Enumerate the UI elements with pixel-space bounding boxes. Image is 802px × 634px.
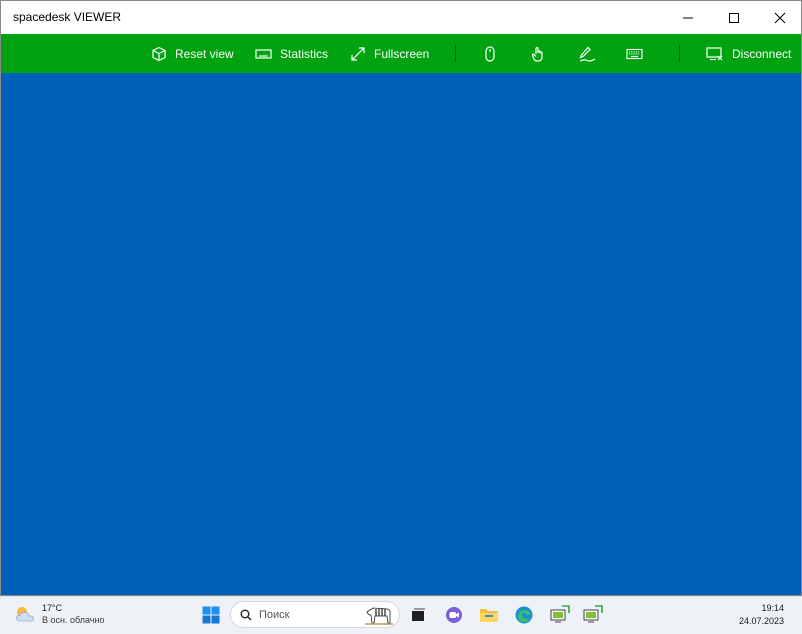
keyboard-button[interactable] bbox=[626, 34, 643, 73]
edge-browser-button[interactable] bbox=[511, 602, 537, 628]
toolbar-divider bbox=[679, 45, 680, 62]
windows-start-icon bbox=[202, 606, 220, 624]
maximize-button[interactable] bbox=[711, 1, 757, 34]
fullscreen-button[interactable]: Fullscreen bbox=[350, 34, 429, 73]
spacedesk-app-button-1[interactable] bbox=[547, 602, 573, 628]
clock-time: 19:14 bbox=[761, 603, 784, 613]
reset-view-label: Reset view bbox=[175, 46, 234, 61]
maximize-icon bbox=[729, 12, 739, 23]
touch-icon bbox=[531, 46, 543, 62]
remote-display-viewport[interactable] bbox=[1, 73, 801, 595]
spacedesk-app-button-2[interactable] bbox=[580, 602, 606, 628]
taskbar: 17°C В осн. облачно Поиск 19:14 24.07.20… bbox=[0, 596, 802, 634]
weather-text: 17°C В осн. облачно bbox=[42, 602, 104, 626]
minimize-button[interactable] bbox=[665, 1, 711, 34]
settings-cube-icon bbox=[152, 46, 166, 61]
mouse-icon bbox=[485, 45, 495, 62]
keyboard-icon bbox=[626, 48, 643, 59]
spacedesk-app-icon bbox=[583, 605, 603, 623]
toolbar: Reset view Statistics Fullscreen Disconn… bbox=[1, 34, 801, 73]
toolbar-divider bbox=[455, 45, 456, 62]
spacedesk-app-icon bbox=[550, 605, 570, 623]
minimize-icon bbox=[683, 17, 693, 18]
window-title: spacedesk VIEWER bbox=[13, 10, 122, 24]
statistics-icon bbox=[255, 48, 272, 59]
task-view-icon bbox=[412, 608, 425, 621]
search-placeholder: Поиск bbox=[259, 609, 290, 621]
weather-widget[interactable]: 17°C В осн. облачно bbox=[14, 602, 104, 626]
system-clock[interactable]: 19:14 24.07.2023 bbox=[739, 602, 784, 628]
disconnect-button[interactable]: Disconnect bbox=[706, 34, 791, 73]
close-icon bbox=[774, 12, 786, 23]
disconnect-label: Disconnect bbox=[732, 46, 792, 61]
pen-mode-button[interactable] bbox=[579, 34, 597, 73]
meet-icon bbox=[446, 607, 462, 623]
weather-temperature: 17°C bbox=[42, 603, 63, 613]
weather-description: В осн. облачно bbox=[42, 615, 105, 625]
edge-icon bbox=[515, 606, 533, 624]
clock-date: 24.07.2023 bbox=[738, 616, 784, 626]
taskbar-search-box[interactable]: Поиск bbox=[230, 601, 400, 628]
app-window: spacedesk VIEWER Reset view Statistics F… bbox=[0, 0, 802, 596]
task-view-button[interactable] bbox=[405, 602, 431, 628]
weather-icon bbox=[16, 607, 34, 622]
start-button[interactable] bbox=[198, 602, 224, 628]
file-explorer-icon bbox=[480, 609, 498, 622]
close-button[interactable] bbox=[757, 1, 802, 34]
statistics-button[interactable]: Statistics bbox=[255, 34, 328, 73]
meet-app-button[interactable] bbox=[441, 602, 467, 628]
search-highlight-zebra-icon bbox=[365, 607, 393, 625]
pen-icon bbox=[579, 46, 596, 62]
disconnect-icon bbox=[706, 46, 723, 60]
statistics-label: Statistics bbox=[280, 46, 329, 61]
touch-mode-button[interactable] bbox=[530, 34, 546, 73]
search-icon bbox=[240, 609, 252, 621]
fullscreen-icon bbox=[351, 46, 365, 61]
fullscreen-label: Fullscreen bbox=[374, 46, 430, 61]
reset-view-button[interactable]: Reset view bbox=[151, 34, 234, 73]
mouse-mode-button[interactable] bbox=[483, 34, 497, 73]
title-bar[interactable]: spacedesk VIEWER bbox=[1, 1, 801, 34]
file-explorer-button[interactable] bbox=[476, 602, 502, 628]
